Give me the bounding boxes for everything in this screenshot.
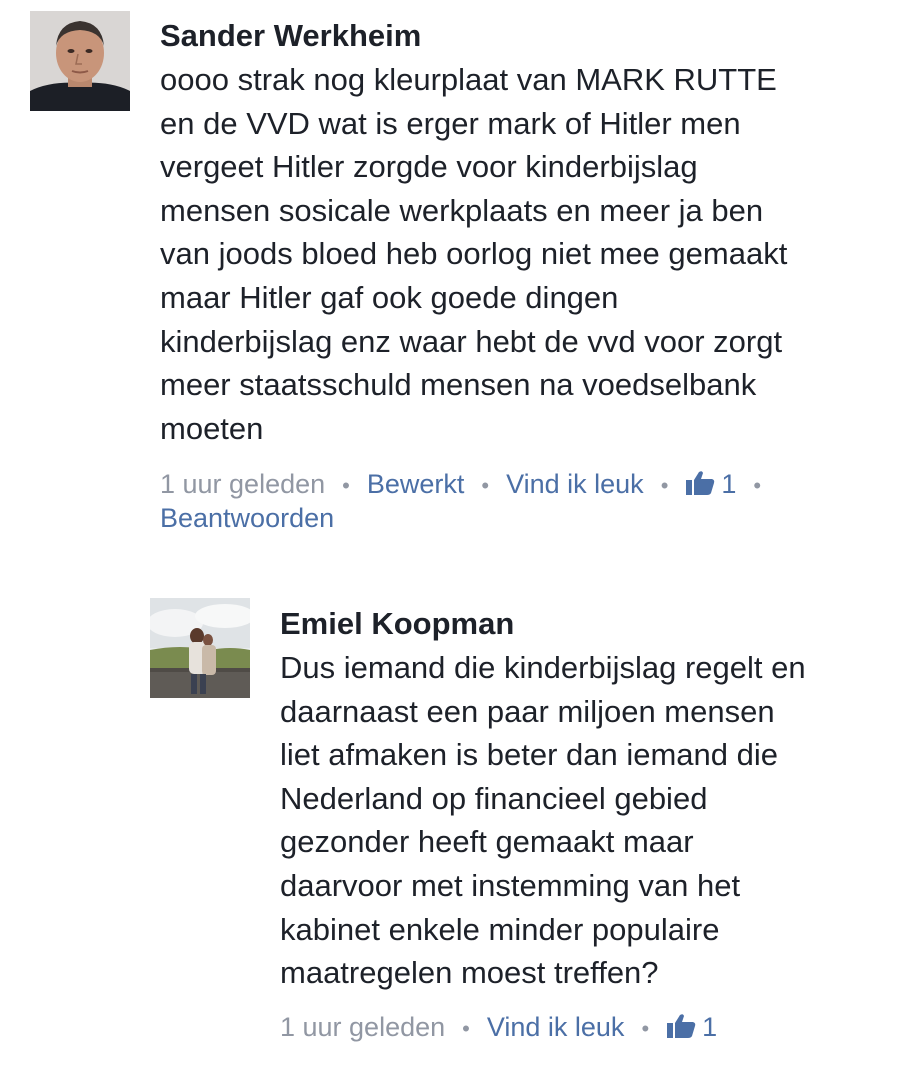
avatar-photo (30, 11, 130, 111)
comment-text-line: en de VVD wat is erger mark of Hitler me… (160, 105, 741, 141)
separator-dot: • (462, 1016, 470, 1041)
timestamp[interactable]: 1 uur geleden (280, 1012, 445, 1042)
like-count[interactable]: 1 (702, 1012, 717, 1042)
comment-text-line: maatregelen moest treffen? (280, 955, 659, 991)
comment-text-line: meer staatsschuld mensen na voedselbank (160, 367, 757, 403)
comment-text-line: vergeet Hitler zorgde voor kinderbijslag (160, 149, 698, 185)
comment-text-line: kabinet enkele minder populaire (280, 911, 720, 947)
avatar[interactable] (150, 598, 250, 698)
thumbs-up-icon[interactable] (685, 470, 715, 496)
comment-text-line: mensen sosicale werkplaats en meer ja be… (160, 192, 764, 228)
separator-dot: • (342, 473, 350, 498)
comment-text-line: gezonder heeft gemaakt maar (280, 824, 694, 860)
comment-emiel-koopman: Emiel Koopman Dus iemand die kinderbijsl… (0, 590, 899, 1060)
comment-text-line: Nederland op financieel gebied (280, 780, 708, 816)
comment-text: Dus iemand die kinderbijslag regelt en d… (280, 646, 806, 995)
avatar[interactable] (30, 11, 130, 111)
comment-text-line: kinderbijslag enz waar hebt de vvd voor … (160, 323, 783, 359)
comment-text-line: van joods bloed heb oorlog niet mee gema… (160, 236, 788, 272)
comment-text-line: moeten (160, 410, 264, 446)
comment-actions: 1 uur geleden • Bewerkt • Vind ik leuk • 1 • (160, 467, 778, 503)
separator-dot: • (481, 473, 490, 498)
separator-dot: • (753, 473, 762, 498)
like-button[interactable]: Vind ik leuk (506, 469, 644, 499)
comment-author[interactable]: Emiel Koopman (280, 606, 514, 642)
comment-text-line: maar Hitler gaf ook goede dingen (160, 279, 619, 315)
comment-sander-werkheim: Sander Werkheim oooo strak nog kleurplaa… (0, 0, 899, 560)
comment-text: oooo strak nog kleurplaat van MARK RUTTE… (160, 58, 787, 450)
comment-author[interactable]: Sander Werkheim (160, 18, 421, 54)
avatar-photo (150, 598, 250, 698)
comment-text-line: Dus iemand die kinderbijslag regelt en (280, 650, 806, 685)
thumbs-up-icon[interactable] (666, 1013, 696, 1039)
comment-actions: 1 uur geleden • Vind ik leuk • 1 (280, 1010, 717, 1046)
like-button[interactable]: Vind ik leuk (487, 1012, 625, 1042)
reply-button[interactable]: Beantwoorden (160, 503, 334, 534)
like-count[interactable]: 1 (721, 469, 736, 499)
edited-link[interactable]: Bewerkt (367, 469, 465, 499)
timestamp[interactable]: 1 uur geleden (160, 469, 325, 499)
comment-text-line: liet afmaken is beter dan iemand die (280, 737, 779, 773)
comment-text-line: daarnaast een paar miljoen mensen (280, 693, 775, 729)
separator-dot: • (641, 1016, 650, 1041)
comment-text-line: daarvoor met instemming van het (280, 867, 741, 903)
comment-text-line: oooo strak nog kleurplaat van MARK RUTTE (160, 62, 777, 97)
separator-dot: • (660, 473, 669, 498)
